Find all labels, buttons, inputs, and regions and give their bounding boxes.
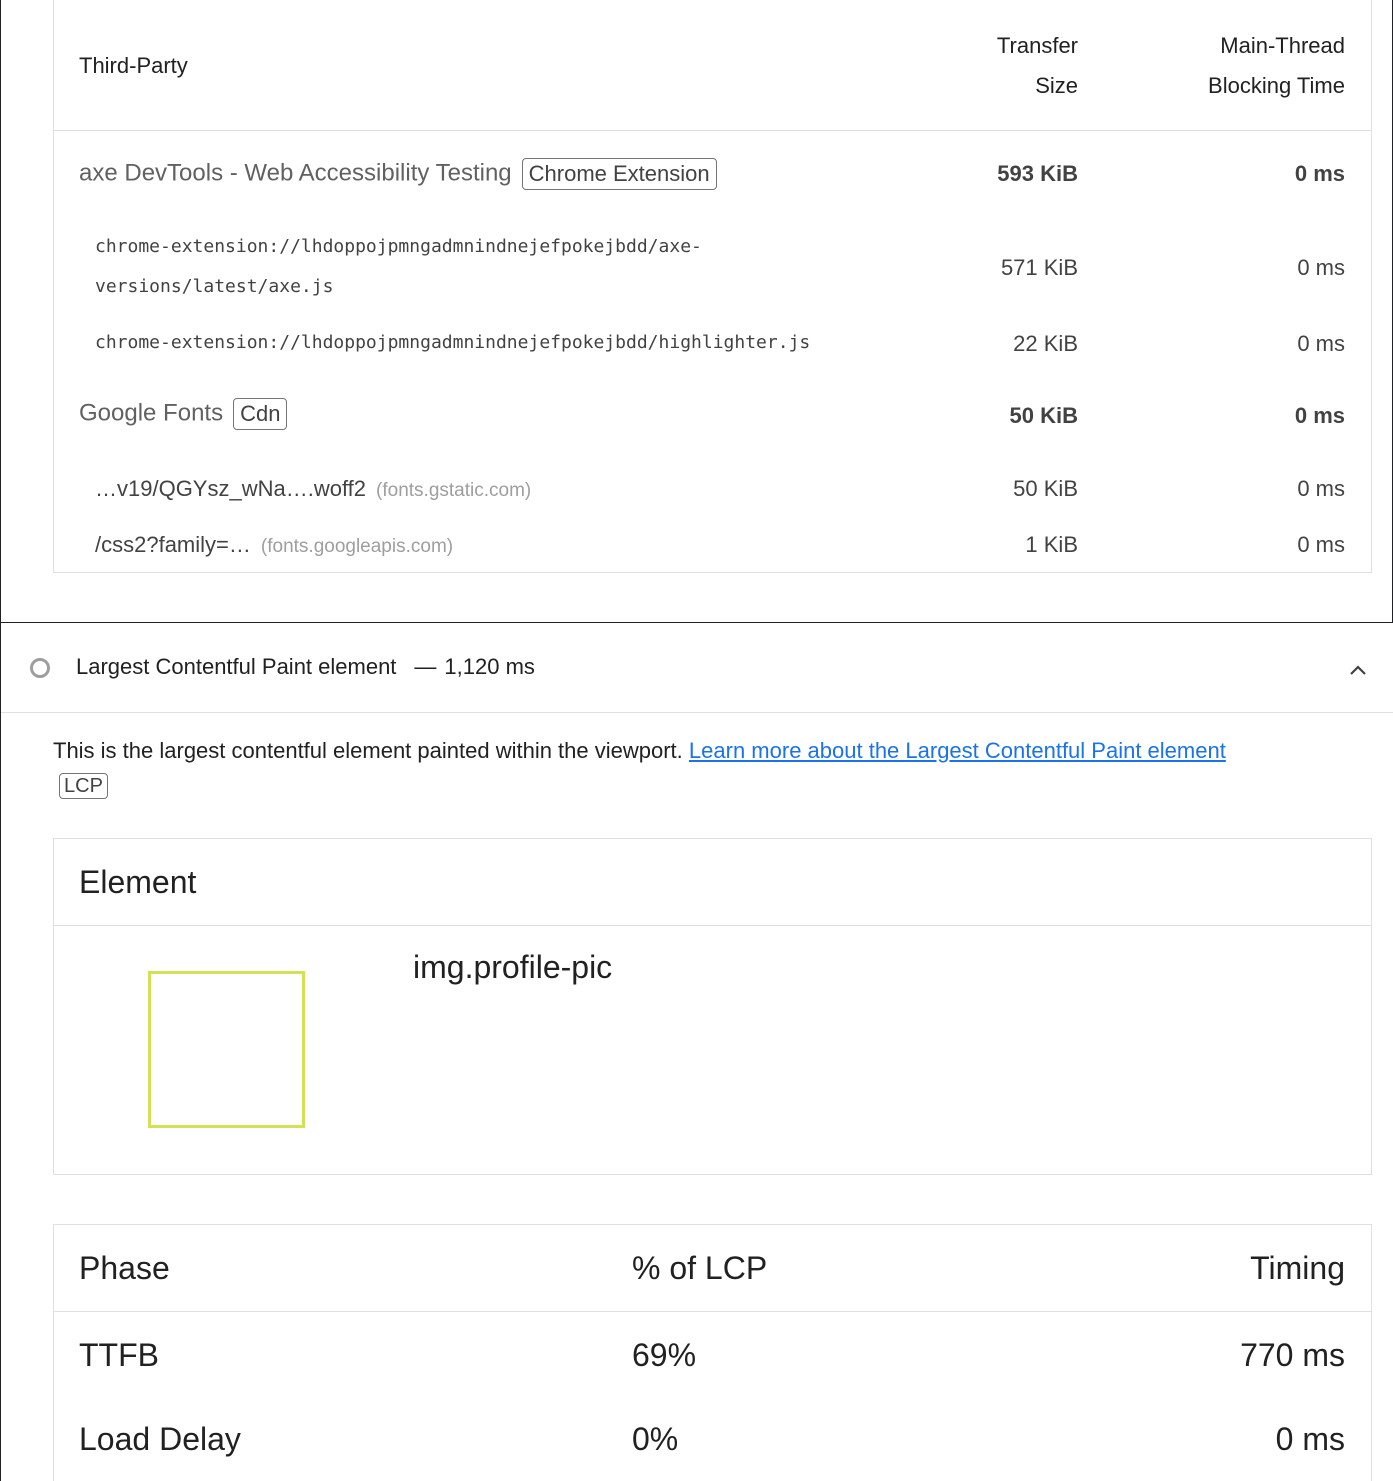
table-header: Third-Party Transfer Size Main-Thread Bl… [54,0,1371,131]
entity-time: 0 ms [1294,161,1345,186]
column-header-timing: Timing [1250,1250,1345,1286]
header-line: Size [1035,73,1078,98]
audit-value: 1,120 ms [444,654,535,679]
entity-label: axe DevTools - Web Accessibility Testing [79,159,512,187]
circle-outline-icon [30,658,50,678]
url-host: (fonts.gstatic.com) [376,480,532,501]
url-size: 50 KiB [1013,476,1078,501]
column-header-percent: % of LCP [632,1250,768,1286]
phase-percent: 0% [632,1421,679,1457]
phase-timing: 770 ms [1240,1337,1345,1373]
url-time: 0 ms [1297,255,1345,280]
url-host: (fonts.googleapis.com) [260,536,454,557]
phase-percent: 69% [632,1337,697,1373]
phase-name: TTFB [79,1337,159,1373]
entity-badge: Chrome Extension [521,158,717,190]
url-text[interactable]: chrome-extension://lhdoppojpmngadmnindne… [95,227,702,307]
column-header-transfer-size: Transfer Size [997,26,1078,106]
url-path: …v19/QGYsz_wNa….woff2 [95,476,367,501]
entity-size: 50 KiB [1009,403,1078,428]
entity-name: axe DevTools - Web Accessibility Testing… [79,158,717,190]
url-size: 571 KiB [1000,255,1078,280]
entity-label: Google Fonts [79,399,224,427]
header-line: Transfer [996,33,1078,58]
table-row: Load Delay 0% 0 ms [54,1421,1371,1461]
url-time: 0 ms [1297,476,1345,501]
phase-name: Load Delay [79,1421,241,1457]
url-line: versions/latest/axe.js [95,276,334,297]
column-header-third-party: Third-Party [79,53,188,78]
url-size: 1 KiB [1025,532,1078,557]
url-time: 0 ms [1297,532,1345,557]
third-party-table: Third-Party Transfer Size Main-Thread Bl… [53,0,1372,573]
url-row: chrome-extension://lhdoppojpmngadmnindne… [54,323,1371,363]
url-row: …v19/QGYsz_wNa….woff2 (fonts.gstatic.com)… [54,476,1371,506]
audit-separator: — [414,654,437,679]
phase-table: Phase % of LCP Timing TTFB 69% 770 ms Lo… [53,1224,1372,1481]
phase-timing: 0 ms [1275,1421,1345,1457]
table-header: Phase % of LCP Timing [54,1225,1371,1312]
table-row: TTFB 69% 770 ms [54,1337,1371,1377]
url-time: 0 ms [1297,331,1345,356]
element-table: Element img.profile-pic [53,838,1372,1175]
url-text[interactable]: /css2?family=… (fonts.googleapis.com) [95,532,453,558]
learn-more-link[interactable]: Learn more about the Largest Contentful … [689,738,1226,763]
url-text[interactable]: …v19/QGYsz_wNa….woff2 (fonts.gstatic.com) [95,476,531,502]
header-line: Main-Thread [1220,33,1345,58]
lcp-badge: LCP [59,773,108,799]
url-size: 22 KiB [1013,331,1078,356]
entity-name: Google Fonts Cdn [79,398,288,430]
audit-title: Largest Contentful Paint element — 1,120 m… [76,654,535,680]
element-thumbnail [148,971,305,1128]
url-text[interactable]: chrome-extension://lhdoppojpmngadmnindne… [95,323,810,363]
url-line: chrome-extension://lhdoppojpmngadmnindne… [95,236,702,257]
entity-row: axe DevTools - Web Accessibility Testing… [54,158,1371,194]
chevron-up-icon[interactable] [1348,661,1368,681]
audit-title-text: Largest Contentful Paint element [76,654,397,679]
header-line: Blocking Time [1208,73,1345,98]
entity-size: 593 KiB [997,161,1078,186]
url-row: /css2?family=… (fonts.googleapis.com) 1 K… [54,532,1371,562]
table-header: Element [54,839,1371,926]
column-header-element: Element [79,864,197,900]
url-row: chrome-extension://lhdoppojpmngadmnindne… [54,227,1371,307]
description-text: This is the largest contentful element p… [53,738,683,763]
audit-description: This is the largest contentful element p… [53,734,1353,802]
entity-row: Google Fonts Cdn 50 KiB 0 ms [54,398,1371,434]
column-header-phase: Phase [79,1250,170,1286]
element-selector[interactable]: img.profile-pic [413,949,612,986]
entity-badge: Cdn [233,398,288,430]
entity-time: 0 ms [1294,403,1345,428]
lcp-audit-header[interactable]: Largest Contentful Paint element — 1,120 m… [1,623,1393,713]
url-path: /css2?family=… [95,532,251,557]
column-header-blocking-time: Main-Thread Blocking Time [1208,26,1345,106]
